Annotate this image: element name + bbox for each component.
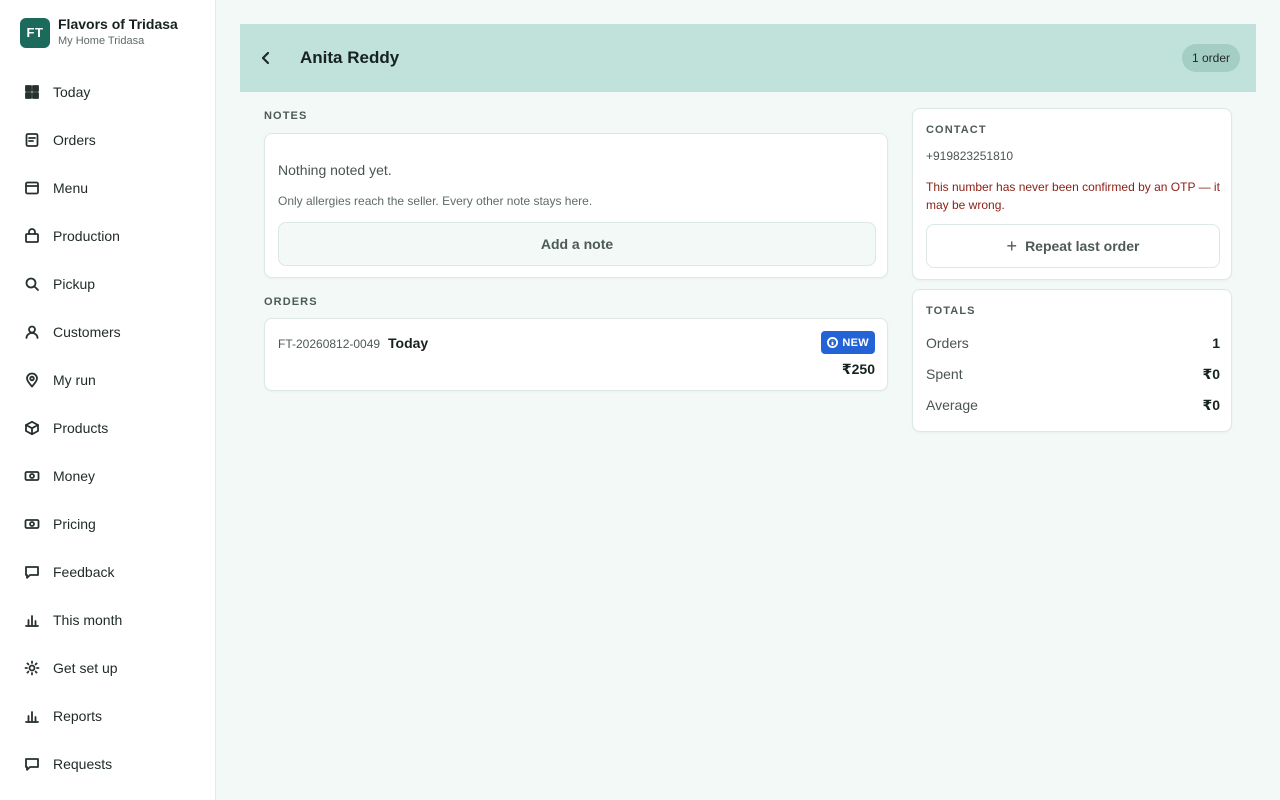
sidebar-item-label: Money (53, 468, 96, 484)
bag-icon (24, 228, 40, 244)
sidebar-item-menu[interactable]: Menu (0, 164, 215, 212)
sidebar-item-label: Requests (53, 756, 113, 772)
totals-key: Spent (926, 366, 963, 382)
notes-section-label: NOTES (264, 110, 308, 122)
banknote-icon (24, 516, 40, 532)
map-pin-icon (24, 372, 40, 388)
sidebar-item-today[interactable]: Today (0, 68, 215, 116)
status-badge: NEW (821, 331, 875, 354)
totals-row-average: Average ₹0 (926, 397, 1220, 414)
totals-value: ₹0 (1202, 366, 1220, 382)
notes-card: Nothing noted yet. Only allergies reach … (264, 133, 888, 278)
sidebar-item-label: Feedback (53, 564, 115, 580)
page-title: Anita Reddy (300, 48, 400, 67)
settings-sun-icon (24, 660, 40, 676)
brand[interactable]: FT Flavors of Tridasa My Home Tridasa (20, 17, 178, 48)
message-icon (24, 756, 40, 772)
sidebar-item-feedback[interactable]: Feedback (0, 548, 215, 596)
menu-card-icon (24, 180, 40, 196)
sidebar-item-label: This month (53, 612, 123, 628)
order-day: Today (388, 335, 429, 351)
sidebar-item-label: Pickup (53, 276, 96, 292)
contact-card: CONTACT +919823251810 This number has ne… (912, 108, 1232, 280)
totals-value: 1 (1212, 335, 1220, 351)
totals-row-orders: Orders 1 (926, 335, 1220, 351)
sidebar-item-label: Reports (53, 708, 103, 724)
sidebar-item-pickup[interactable]: Pickup (0, 260, 215, 308)
orders-section-label: ORDERS (264, 296, 318, 308)
plus-icon: + (1006, 236, 1018, 256)
search-icon (24, 276, 40, 292)
contact-warning: This number has never been confirmed by … (926, 180, 1220, 212)
repeat-last-order-label: Repeat last order (1025, 238, 1140, 254)
notes-hint: Only allergies reach the seller. Every o… (278, 194, 593, 208)
sidebar-item-requests[interactable]: Requests (0, 740, 215, 788)
contact-phone[interactable]: +919823251810 (926, 149, 1013, 163)
totals-key: Average (926, 397, 978, 413)
sidebar-item-label: My run (53, 372, 96, 388)
brand-subtitle: My Home Tridasa (58, 35, 145, 47)
sidebar-item-label: Menu (53, 180, 89, 196)
sidebar-item-label: Customers (53, 324, 121, 340)
sidebar: FT Flavors of Tridasa My Home Tridasa To… (0, 0, 216, 800)
sidebar-item-label: Production (53, 228, 120, 244)
totals-key: Orders (926, 335, 969, 351)
sidebar-item-label: Orders (53, 132, 96, 148)
totals-value: ₹0 (1202, 397, 1220, 413)
sidebar-item-production[interactable]: Production (0, 212, 215, 260)
user-icon (24, 324, 40, 340)
sidebar-item-money[interactable]: Money (0, 452, 215, 500)
sidebar-nav: Today Orders Menu Production Pickup Cust… (0, 68, 215, 788)
sidebar-item-reports[interactable]: Reports (0, 692, 215, 740)
order-amount: ₹250 (841, 361, 875, 377)
sidebar-item-orders[interactable]: Orders (0, 116, 215, 164)
banknote-icon (24, 468, 40, 484)
dashboard-grid-icon (24, 84, 40, 100)
totals-section-label: TOTALS (926, 305, 976, 317)
notes-empty-text: Nothing noted yet. (278, 162, 392, 178)
brand-text: Flavors of Tridasa My Home Tridasa (58, 17, 178, 48)
bar-chart-icon (24, 708, 40, 724)
chevron-left-icon (261, 51, 270, 65)
sidebar-item-label: Get set up (53, 660, 118, 676)
back-button[interactable] (256, 48, 276, 68)
contact-section-label: CONTACT (926, 124, 987, 136)
add-note-button[interactable]: Add a note (278, 222, 876, 266)
sidebar-item-my-run[interactable]: My run (0, 356, 215, 404)
receipt-icon (24, 132, 40, 148)
info-icon (827, 337, 839, 348)
order-row[interactable]: FT-20260812-0049 Today NEW ₹250 (264, 318, 888, 391)
brand-logo: FT (20, 17, 50, 48)
order-id: FT-20260812-0049 (278, 337, 381, 351)
brand-name: Flavors of Tridasa (58, 16, 178, 32)
repeat-last-order-button[interactable]: + Repeat last order (926, 224, 1220, 268)
sidebar-item-customers[interactable]: Customers (0, 308, 215, 356)
status-badge-label: NEW (842, 336, 869, 349)
box-icon (24, 420, 40, 436)
sidebar-item-this-month[interactable]: This month (0, 596, 215, 644)
bar-chart-icon (24, 612, 40, 628)
sidebar-item-products[interactable]: Products (0, 404, 215, 452)
totals-row-spent: Spent ₹0 (926, 366, 1220, 383)
sidebar-item-get-set-up[interactable]: Get set up (0, 644, 215, 692)
order-count-badge: 1 order (1181, 44, 1240, 72)
customer-header: Anita Reddy 1 order (240, 24, 1256, 92)
sidebar-item-label: Today (53, 84, 91, 100)
totals-card: TOTALS Orders 1 Spent ₹0 Average ₹0 (912, 289, 1232, 432)
sidebar-item-label: Pricing (53, 516, 96, 532)
sidebar-item-label: Products (53, 420, 109, 436)
message-icon (24, 564, 40, 580)
sidebar-item-pricing[interactable]: Pricing (0, 500, 215, 548)
